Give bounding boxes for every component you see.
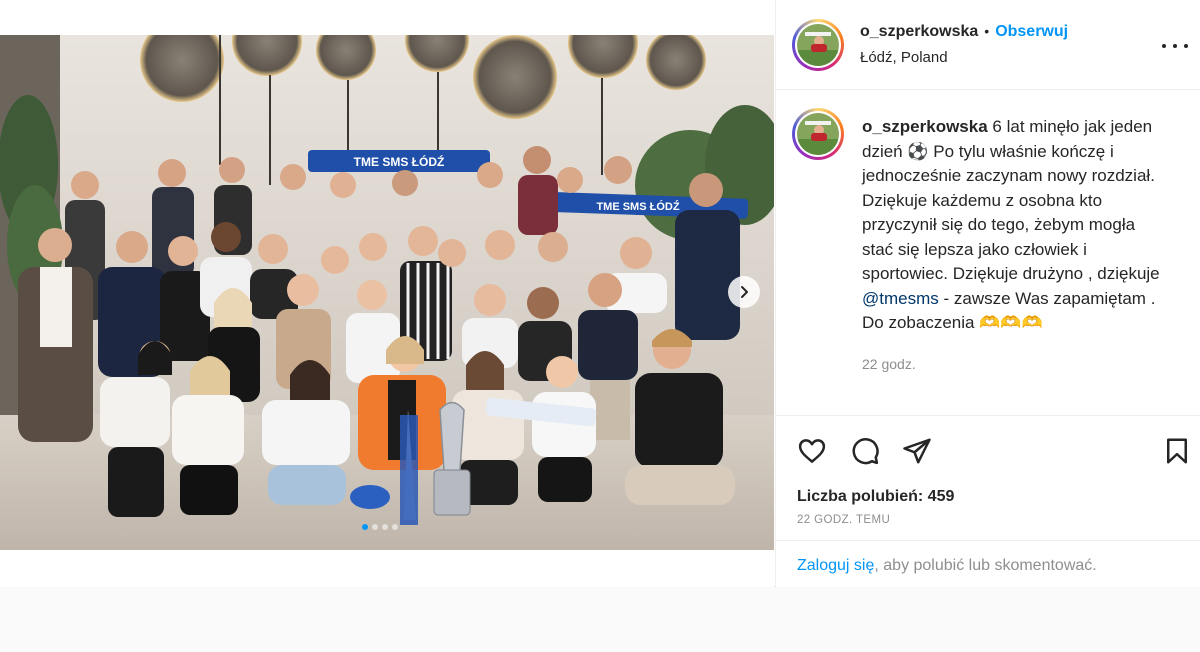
comment-icon xyxy=(852,438,879,465)
caption-text: 6 lat minęło jak jeden dzień ⚽ Po tylu w… xyxy=(862,117,1160,283)
caption-avatar[interactable] xyxy=(792,108,844,160)
post-photo[interactable]: TME SMS ŁÓDŹ TME SMS ŁÓDŹ xyxy=(0,35,774,550)
login-link[interactable]: Zaloguj się xyxy=(797,557,874,574)
avatar-image xyxy=(797,113,839,155)
carousel-dots xyxy=(362,524,398,530)
team-photo: TME SMS ŁÓDŹ TME SMS ŁÓDŹ xyxy=(0,35,774,550)
post-location[interactable]: Łódź, Poland xyxy=(860,49,948,66)
more-dot-icon xyxy=(1184,44,1188,48)
more-dot-icon xyxy=(1162,44,1166,48)
avatar[interactable] xyxy=(792,19,844,71)
login-prompt: Zaloguj się, aby polubić lub skomentować… xyxy=(776,540,1200,587)
heart-outline-icon xyxy=(798,439,826,463)
avatar-border xyxy=(795,111,841,157)
follow-button[interactable]: Obserwuj xyxy=(995,23,1068,41)
caption-time[interactable]: 22 godz. xyxy=(862,356,916,372)
bookmark-icon xyxy=(1167,438,1187,464)
carousel-dot xyxy=(362,524,368,530)
post-timestamp[interactable]: 22 GODZ. TEMU xyxy=(797,514,890,526)
post-caption: o_szperkowska 6 lat minęło jak jeden dzi… xyxy=(862,115,1162,336)
save-button[interactable] xyxy=(1162,436,1192,466)
login-prompt-text: , aby polubić lub skomentować. xyxy=(874,557,1097,574)
next-photo-button[interactable] xyxy=(728,276,760,308)
scarf-banner-top: TME SMS ŁÓDŹ xyxy=(308,150,490,172)
more-options-button[interactable] xyxy=(1162,36,1188,56)
avatar-border xyxy=(795,22,841,68)
caption-mention-link[interactable]: @tmesms xyxy=(862,289,939,308)
post-side-panel: o_szperkowska • Obserwuj Łódź, Poland o_… xyxy=(775,0,1200,587)
caption-username[interactable]: o_szperkowska xyxy=(862,117,988,136)
like-button[interactable] xyxy=(797,436,827,466)
svg-text:TME SMS ŁÓDŹ: TME SMS ŁÓDŹ xyxy=(596,200,679,213)
share-button[interactable] xyxy=(902,436,932,466)
paper-plane-icon xyxy=(903,438,931,464)
chevron-right-icon xyxy=(741,286,748,298)
post-media: TME SMS ŁÓDŹ TME SMS ŁÓDŹ xyxy=(0,0,774,587)
action-bar xyxy=(776,415,1200,485)
caption-area: o_szperkowska 6 lat minęło jak jeden dzi… xyxy=(776,91,1200,415)
likes-count[interactable]: Liczba polubień: 459 xyxy=(797,488,954,506)
post-container: TME SMS ŁÓDŹ TME SMS ŁÓDŹ o_szperkowska … xyxy=(0,0,1200,587)
separator-dot: • xyxy=(984,23,990,39)
carousel-dot xyxy=(382,524,388,530)
carousel-dot xyxy=(392,524,398,530)
comment-button[interactable] xyxy=(850,436,880,466)
carousel-dot xyxy=(372,524,378,530)
post-author-username[interactable]: o_szperkowska xyxy=(860,23,978,41)
svg-text:TME SMS ŁÓDŹ: TME SMS ŁÓDŹ xyxy=(354,154,445,169)
post-header: o_szperkowska • Obserwuj Łódź, Poland xyxy=(776,0,1200,90)
more-dot-icon xyxy=(1173,44,1177,48)
avatar-image xyxy=(797,24,839,66)
